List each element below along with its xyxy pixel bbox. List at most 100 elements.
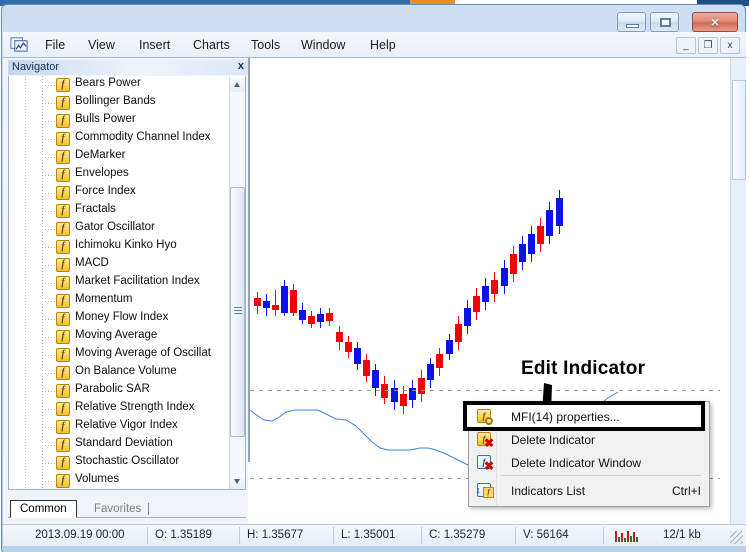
tree-elbow — [42, 373, 55, 374]
minimize-button[interactable] — [617, 12, 646, 32]
tree-elbow — [42, 427, 55, 428]
navigator-item-volumes[interactable]: f Volumes — [9, 472, 224, 489]
signal-bar — [621, 533, 623, 542]
resize-grip-icon[interactable] — [730, 531, 743, 544]
navigator-item-momentum[interactable]: f Momentum — [9, 292, 224, 310]
navigator-item-label: Commodity Channel Index — [75, 131, 211, 143]
status-close: C: 1.35279 — [429, 529, 486, 541]
scroll-up-arrow-icon[interactable] — [230, 77, 245, 92]
menu-item-view[interactable]: View — [86, 36, 117, 54]
context-menu-item-mfi-14-properties[interactable]: f MFI(14) properties... — [463, 401, 709, 431]
navigator-item-moving-average[interactable]: f Moving Average — [9, 328, 224, 346]
chart-vertical-scrollbar[interactable] — [730, 58, 746, 524]
chart-scrollbar-thumb[interactable] — [732, 80, 746, 180]
function-icon: f — [56, 348, 70, 362]
metatrader-app-icon — [10, 37, 28, 52]
context-menu-item-delete-indicator[interactable]: f ✖ Delete Indicator — [469, 429, 709, 452]
navigator-title-bar: Navigator x — [8, 60, 248, 75]
function-icon: f — [56, 258, 70, 272]
function-icon: f — [56, 132, 70, 146]
context-menu-item-label: MFI(14) properties... — [511, 410, 620, 424]
navigator-close-icon[interactable]: x — [238, 60, 244, 72]
scroll-down-arrow-icon[interactable] — [230, 474, 245, 489]
context-menu-item-delete-indicator-window[interactable]: f ✖ Delete Indicator Window — [469, 452, 709, 475]
tree-elbow — [42, 157, 55, 158]
context-menu-separator — [501, 475, 701, 476]
navigator-item-commodity-channel-index[interactable]: f Commodity Channel Index — [9, 130, 224, 148]
maximize-button[interactable] — [650, 12, 679, 32]
navigator-item-gator-oscillator[interactable]: f Gator Oscillator — [9, 220, 224, 238]
tree-elbow — [42, 247, 55, 248]
candle-wick — [275, 290, 276, 316]
scrollbar-grip-icon — [234, 307, 242, 316]
navigator-tabs: Common Favorites — [8, 500, 246, 518]
function-icon: f — [56, 420, 70, 434]
navigator-item-bollinger-bands[interactable]: f Bollinger Bands — [9, 94, 224, 112]
connection-signal-icon[interactable] — [615, 530, 641, 542]
resize-arrows-icon: ↕ — [476, 485, 481, 495]
navigator-item-label: Relative Vigor Index — [75, 419, 178, 431]
navigator-item-market-facilitation-index[interactable]: f Market Facilitation Index — [9, 274, 224, 292]
navigator-item-bulls-power[interactable]: f Bulls Power — [9, 112, 224, 130]
navigator-scrollbar[interactable] — [229, 77, 245, 489]
navigator-item-label: Envelopes — [75, 167, 129, 179]
tree-elbow — [42, 445, 55, 446]
navigator-indicator-list[interactable]: f Bears Power f Bollinger Bands f Bulls Power… — [8, 76, 246, 490]
tab-favorites[interactable]: Favorites — [84, 500, 151, 518]
candle-body — [537, 226, 544, 244]
tree-elbow — [42, 121, 55, 122]
indicator-context-menu[interactable]: f MFI(14) properties... f ✖ Delete Indicator… — [463, 401, 710, 507]
tree-elbow — [42, 337, 55, 338]
navigator-item-macd[interactable]: f MACD — [9, 256, 224, 274]
navigator-item-ichimoku-kinko-hyo[interactable]: f Ichimoku Kinko Hyo — [9, 238, 224, 256]
navigator-item-label: Moving Average — [75, 329, 158, 341]
tree-elbow — [42, 481, 55, 482]
tree-elbow — [42, 463, 55, 464]
navigator-item-bears-power[interactable]: f Bears Power — [9, 76, 224, 94]
navigator-item-demarker[interactable]: f DeMarker — [9, 148, 224, 166]
navigator-item-envelopes[interactable]: f Envelopes — [9, 166, 224, 184]
menu-item-insert[interactable]: Insert — [137, 36, 172, 54]
tab-common[interactable]: Common — [10, 500, 77, 518]
fx-gear-icon: f — [477, 409, 493, 425]
tree-elbow — [42, 193, 55, 194]
chart-window[interactable]: Edit Indicator f MFI(14) properties... f ✖ D… — [248, 58, 746, 524]
candle-body — [519, 244, 526, 262]
signal-bar — [624, 538, 626, 542]
navigator-item-moving-average-of-oscillat[interactable]: f Moving Average of Oscillat — [9, 346, 224, 364]
navigator-item-stochastic-oscillator[interactable]: f Stochastic Oscillator — [9, 454, 224, 472]
mdi-minimize-button[interactable]: _ — [676, 37, 696, 54]
context-menu-item-label: Indicators List — [511, 484, 586, 498]
function-icon: f — [56, 438, 70, 452]
navigator-item-relative-strength-index[interactable]: f Relative Strength Index — [9, 400, 224, 418]
scrollbar-thumb[interactable] — [230, 187, 245, 437]
menu-item-window[interactable]: Window — [299, 36, 347, 54]
signal-bar — [627, 531, 629, 542]
close-button[interactable]: × — [692, 12, 738, 32]
navigator-item-label: Volumes — [75, 473, 120, 485]
function-icon: f — [56, 114, 70, 128]
candle-body — [446, 340, 453, 354]
function-icon: f — [56, 294, 70, 308]
navigator-item-standard-deviation[interactable]: f Standard Deviation — [9, 436, 224, 454]
function-icon: f — [56, 150, 70, 164]
function-icon: f — [56, 330, 70, 344]
menu-item-help[interactable]: Help — [368, 36, 398, 54]
function-icon: f — [483, 487, 494, 498]
close-icon: × — [710, 14, 720, 30]
navigator-item-money-flow-index[interactable]: f Money Flow Index — [9, 310, 224, 328]
navigator-item-on-balance-volume[interactable]: f On Balance Volume — [9, 364, 224, 382]
mdi-close-button[interactable]: x — [720, 37, 740, 54]
status-datetime: 2013.09.19 00:00 — [35, 529, 125, 541]
navigator-item-relative-vigor-index[interactable]: f Relative Vigor Index — [9, 418, 224, 436]
context-menu-item-indicators-list[interactable]: ↕ f Indicators List Ctrl+I — [469, 480, 709, 503]
navigator-item-label: Stochastic Oscillator — [75, 455, 180, 467]
menu-item-file[interactable]: File — [43, 36, 67, 54]
navigator-item-force-index[interactable]: f Force Index — [9, 184, 224, 202]
menu-item-tools[interactable]: Tools — [249, 36, 282, 54]
navigator-item-label: Moving Average of Oscillat — [75, 347, 211, 359]
mdi-restore-button[interactable]: ❐ — [698, 37, 718, 54]
navigator-item-parabolic-sar[interactable]: f Parabolic SAR — [9, 382, 224, 400]
navigator-item-fractals[interactable]: f Fractals — [9, 202, 224, 220]
menu-item-charts[interactable]: Charts — [191, 36, 232, 54]
